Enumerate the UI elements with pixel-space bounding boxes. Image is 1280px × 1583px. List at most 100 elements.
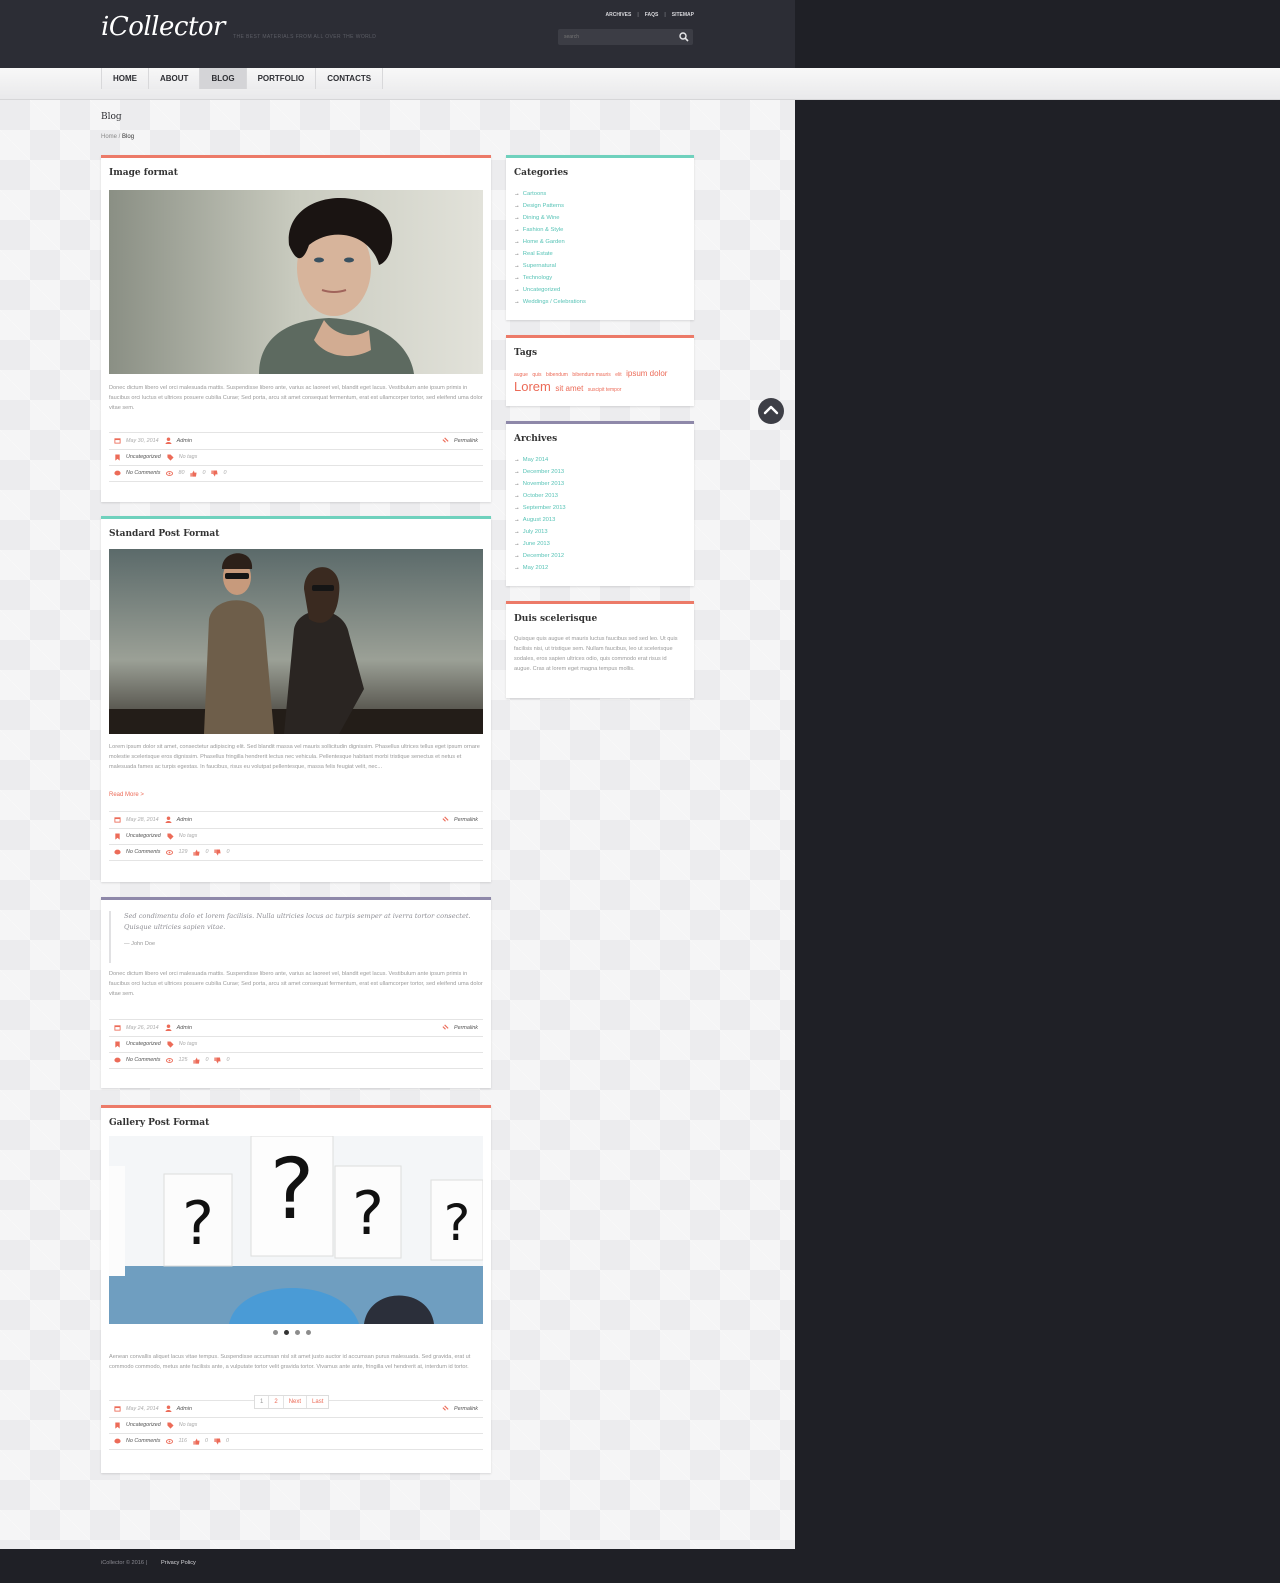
slider-dot-active[interactable] [284,1330,289,1335]
archive-item[interactable]: → August 2013 [514,514,566,526]
thumbs-up-icon[interactable] [193,849,201,856]
category-item[interactable]: → Uncategorized [514,284,586,296]
post-title[interactable]: Gallery Post Format [109,1118,209,1128]
gallery-slider[interactable]: ? ? ? ? [109,1136,483,1324]
category-item[interactable]: → Weddings / Celebrations [514,296,586,308]
page-next[interactable]: Next [284,1396,308,1408]
nav-item-blog[interactable]: BLOG [200,68,247,89]
page-link-1[interactable]: 1 [255,1396,270,1408]
post-title[interactable]: Standard Post Format [109,529,219,539]
post-views: 116 [178,1438,188,1445]
nav-item-home[interactable]: HOME [102,68,149,89]
top-link-faqs[interactable]: FAQS [645,12,659,18]
archive-item[interactable]: → December 2013 [514,466,566,478]
post-category[interactable]: Uncategorized [126,454,161,460]
post-author[interactable]: Admin [177,1406,192,1412]
permalink-link[interactable]: Permalink [442,1024,478,1031]
post-author[interactable]: Admin [177,1025,192,1031]
post-meta: May 26, 2014 Admin Permalink Uncategoriz… [109,1019,483,1069]
archive-item[interactable]: → October 2013 [514,490,566,502]
category-item[interactable]: → Technology [514,272,586,284]
top-links: ARCHIVES | FAQS | SITEMAP [605,12,694,18]
post-image[interactable] [109,549,483,734]
archive-item[interactable]: → November 2013 [514,478,566,490]
pagination: 1 2 Next Last [254,1395,330,1409]
category-item[interactable]: → Fashion & Style [514,224,586,236]
nav-item-contacts[interactable]: CONTACTS [316,68,384,89]
breadcrumb: Home / Blog [101,134,134,140]
thumbs-up-icon[interactable] [190,470,198,477]
privacy-policy-link[interactable]: Privacy Policy [161,1560,196,1566]
category-item[interactable]: → Real Estate [514,248,586,260]
tag-link[interactable]: bibendum [546,372,568,378]
categories-widget: Categories → Cartoons → Design Patterns → D… [506,155,694,320]
thumbs-down-icon[interactable] [214,1438,221,1445]
slider-dots [273,1330,311,1335]
thumbs-up-icon[interactable] [193,1438,200,1445]
tag-link[interactable]: ipsum dolor [626,369,667,378]
thumbs-down-icon[interactable] [214,849,222,856]
site-logo[interactable]: iCollector [101,12,225,42]
breadcrumb-home[interactable]: Home [101,134,117,140]
post-comments[interactable]: No Comments [126,1057,160,1063]
post-category[interactable]: Uncategorized [126,833,161,839]
permalink-link[interactable]: Permalink [442,1405,478,1412]
site-header: iCollector THE BEST MATERIALS FROM ALL O… [0,0,795,68]
tag-link[interactable]: augue [514,372,528,378]
tag-link[interactable]: Lorem [514,379,551,394]
thumbs-down-icon[interactable] [214,1057,222,1064]
archive-item[interactable]: → December 2012 [514,550,566,562]
tag-link[interactable]: sit amet [555,384,583,393]
post-author[interactable]: Admin [177,817,192,823]
post-comments[interactable]: No Comments [126,470,160,476]
meta-row-date: May 26, 2014 Admin Permalink [109,1019,483,1036]
post-likes: 0 [205,1057,209,1064]
site-tagline: THE BEST MATERIALS FROM ALL OVER THE WOR… [233,34,377,40]
slider-dot[interactable] [306,1330,311,1335]
archive-item[interactable]: → May 2012 [514,562,566,574]
search-icon[interactable] [678,31,690,43]
post-dislikes: 0 [226,1057,230,1064]
post-comments[interactable]: No Comments [126,849,160,855]
page-last[interactable]: Last [307,1396,328,1408]
thumbs-down-icon[interactable] [211,470,219,477]
bookmark-icon [115,833,120,840]
top-link-sitemap[interactable]: SITEMAP [672,12,694,18]
back-to-top-button[interactable] [758,398,784,424]
tag-link[interactable]: elit [615,372,621,378]
tag-link[interactable]: quis [532,372,541,378]
archive-item[interactable]: → September 2013 [514,502,566,514]
post-card: Sed condimentu dolo et lorem facilisis. … [101,897,491,1088]
post-category[interactable]: Uncategorized [126,1422,161,1428]
post-comments[interactable]: No Comments [126,1438,160,1444]
post-excerpt: Aenean convallis aliquet lacus vitae tem… [109,1354,471,1370]
nav-item-portfolio[interactable]: PORTFOLIO [246,68,317,89]
post-image[interactable] [109,190,483,374]
slider-dot[interactable] [295,1330,300,1335]
post-views: 129 [178,849,188,856]
post-category[interactable]: Uncategorized [126,1041,161,1047]
category-item[interactable]: → Supernatural [514,260,586,272]
thumbs-up-icon[interactable] [193,1057,201,1064]
category-item[interactable]: → Cartoons [514,188,586,200]
archive-item[interactable]: → June 2013 [514,538,566,550]
category-item[interactable]: → Design Patterns [514,200,586,212]
top-link-archives[interactable]: ARCHIVES [605,12,631,18]
permalink-link[interactable]: Permalink [442,816,478,823]
category-item[interactable]: → Dining & Wine [514,212,586,224]
read-more-link[interactable]: Read More > [109,792,144,798]
category-item[interactable]: → Home & Garden [514,236,586,248]
search-input[interactable] [564,33,674,41]
post-title[interactable]: Image format [109,168,178,178]
tag-link[interactable]: bibendum mauris [572,372,610,378]
svg-text:?: ? [270,1140,315,1238]
archive-item[interactable]: → July 2013 [514,526,566,538]
slider-dot[interactable] [273,1330,278,1335]
permalink-link[interactable]: Permalink [442,437,478,444]
archive-item[interactable]: → May 2014 [514,454,566,466]
post-author[interactable]: Admin [177,438,192,444]
nav-item-about[interactable]: ABOUT [149,68,201,89]
page-title: Blog [101,112,122,122]
tag-link[interactable]: suscipit tempor [588,387,622,393]
page-link-2[interactable]: 2 [269,1396,284,1408]
